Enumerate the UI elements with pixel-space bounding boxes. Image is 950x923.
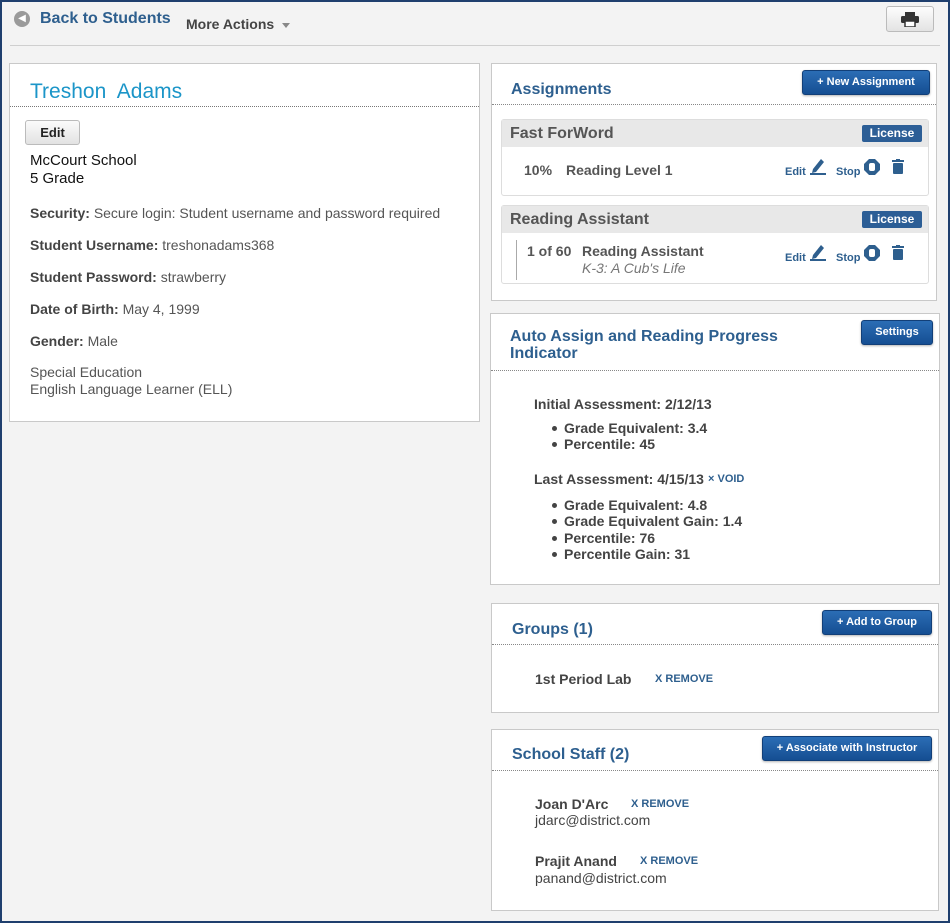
program-card-fast-forword: Fast ForWord License 10% Reading Level 1… <box>501 119 929 196</box>
more-actions-dropdown[interactable]: More Actions <box>186 16 291 32</box>
divider <box>492 644 938 645</box>
stop-hand-icon[interactable] <box>864 245 880 261</box>
username-info: Student Username: treshonadams368 <box>30 237 274 253</box>
auto-assign-title: Auto Assign and Reading Progress Indicat… <box>510 328 778 362</box>
stop-assignment-link[interactable]: Stop <box>836 252 860 264</box>
last-assessment-label: Last Assessment: <box>534 471 654 487</box>
student-grade: 5 Grade <box>30 170 85 187</box>
add-to-group-button[interactable]: + Add to Group <box>822 610 932 635</box>
program-header: Reading Assistant License <box>502 206 928 233</box>
remove-staff-link[interactable]: X REMOVE <box>640 855 698 867</box>
program-header: Fast ForWord License <box>502 120 928 147</box>
trash-icon[interactable] <box>892 159 904 174</box>
divider <box>492 770 938 771</box>
security-label: Security: <box>30 205 90 221</box>
divider <box>10 106 479 107</box>
chevron-down-icon <box>282 22 291 28</box>
assignments-title: Assignments <box>511 81 612 98</box>
remove-group-link[interactable]: X REMOVE <box>655 673 713 685</box>
staff-email: jdarc@district.com <box>535 812 651 828</box>
program-card-reading-assistant: Reading Assistant License 1 of 60 Readin… <box>501 205 929 284</box>
assignment-progress: 1 of 60 <box>527 243 572 259</box>
security-info: Security: Secure login: Student username… <box>30 205 440 221</box>
group-name: 1st Period Lab <box>535 671 632 687</box>
stop-hand-icon[interactable] <box>864 159 880 175</box>
initial-assessment-date: 2/12/13 <box>664 396 712 412</box>
gender-label: Gender: <box>30 333 84 349</box>
school-name: McCourt School <box>30 152 137 169</box>
school-staff-panel: School Staff (2) + Associate with Instru… <box>491 729 939 911</box>
school-staff-title: School Staff (2) <box>512 746 630 763</box>
divider <box>492 104 936 105</box>
pencil-icon[interactable] <box>810 243 826 261</box>
back-to-students-link[interactable]: ◀ Back to Students <box>14 10 171 28</box>
security-value: Secure login: Student username and passw… <box>93 205 441 221</box>
edit-assignment-link[interactable]: Edit <box>785 252 806 264</box>
gender-value: Male <box>87 333 118 349</box>
student-name: Treshon Adams <box>30 80 183 103</box>
assignment-item: Reading Level 1 <box>566 162 673 178</box>
auto-assign-title-line-2: Indicator <box>510 345 578 362</box>
initial-grade-equivalent: Grade Equivalent: 3.4 <box>551 420 708 436</box>
remove-staff-link[interactable]: X REMOVE <box>631 798 689 810</box>
initial-percentile: Percentile: 45 <box>551 436 656 452</box>
pencil-icon[interactable] <box>810 157 826 175</box>
assignment-subitem: K-3: A Cub's Life <box>582 260 686 276</box>
arrow-left-icon: ◀ <box>14 11 30 27</box>
stop-assignment-link[interactable]: Stop <box>836 166 860 178</box>
password-label: Student Password: <box>30 269 157 285</box>
last-percentile-gain: Percentile Gain: 31 <box>551 546 691 562</box>
dob-value: May 4, 1999 <box>122 301 200 317</box>
associate-instructor-button[interactable]: + Associate with Instructor <box>762 736 932 761</box>
groups-panel: Groups (1) + Add to Group 1st Period Lab… <box>491 603 939 713</box>
staff-name: Prajit Anand <box>535 853 617 869</box>
more-actions-label: More Actions <box>186 16 275 32</box>
initial-assessment: Initial Assessment: 2/12/13 <box>534 396 712 412</box>
groups-title: Groups (1) <box>512 621 593 638</box>
auto-assign-title-line-1: Auto Assign and Reading Progress <box>510 328 778 345</box>
dob-info: Date of Birth: May 4, 1999 <box>30 301 200 317</box>
password-value: strawberry <box>160 269 227 285</box>
program-special-education: Special Education <box>30 364 143 380</box>
password-info: Student Password: strawberry <box>30 269 226 285</box>
last-percentile: Percentile: 76 <box>551 530 656 546</box>
void-assessment-link[interactable]: × VOID <box>708 473 744 485</box>
indent-rule <box>516 240 517 280</box>
print-button[interactable] <box>886 6 934 32</box>
last-assessment-date: 4/15/13 <box>657 471 704 487</box>
license-badge[interactable]: License <box>862 125 922 142</box>
trash-icon[interactable] <box>892 245 904 260</box>
initial-assessment-label: Initial Assessment: <box>534 396 662 412</box>
staff-name: Joan D'Arc <box>535 796 609 812</box>
username-label: Student Username: <box>30 237 159 253</box>
assignment-progress: 10% <box>524 162 553 178</box>
program-name: Reading Assistant <box>510 211 649 228</box>
assignment-item: Reading Assistant <box>582 243 704 259</box>
staff-email: panand@district.com <box>535 870 667 886</box>
edit-student-button[interactable]: Edit <box>25 120 80 145</box>
last-grade-equivalent: Grade Equivalent: 4.8 <box>551 497 708 513</box>
username-value: treshonadams368 <box>162 237 275 253</box>
settings-button[interactable]: Settings <box>861 320 933 345</box>
printer-icon <box>901 11 919 27</box>
program-ell: English Language Learner (ELL) <box>30 381 233 397</box>
divider <box>491 370 939 371</box>
edit-assignment-link[interactable]: Edit <box>785 166 806 178</box>
assignments-panel: Assignments + New Assignment Fast ForWor… <box>491 63 937 301</box>
top-toolbar: ◀ Back to Students More Actions <box>10 6 940 46</box>
student-details-panel: Treshon Adams Edit McCourt School 5 Grad… <box>9 63 480 422</box>
dob-label: Date of Birth: <box>30 301 119 317</box>
last-grade-equivalent-gain: Grade Equivalent Gain: 1.4 <box>551 513 743 529</box>
new-assignment-button[interactable]: + New Assignment <box>802 70 930 95</box>
gender-info: Gender: Male <box>30 333 118 349</box>
auto-assign-panel: Auto Assign and Reading Progress Indicat… <box>490 313 940 585</box>
program-name: Fast ForWord <box>510 125 614 142</box>
license-badge[interactable]: License <box>862 211 922 228</box>
back-link-label: Back to Students <box>40 10 171 27</box>
last-assessment: Last Assessment: 4/15/13 <box>534 471 704 487</box>
